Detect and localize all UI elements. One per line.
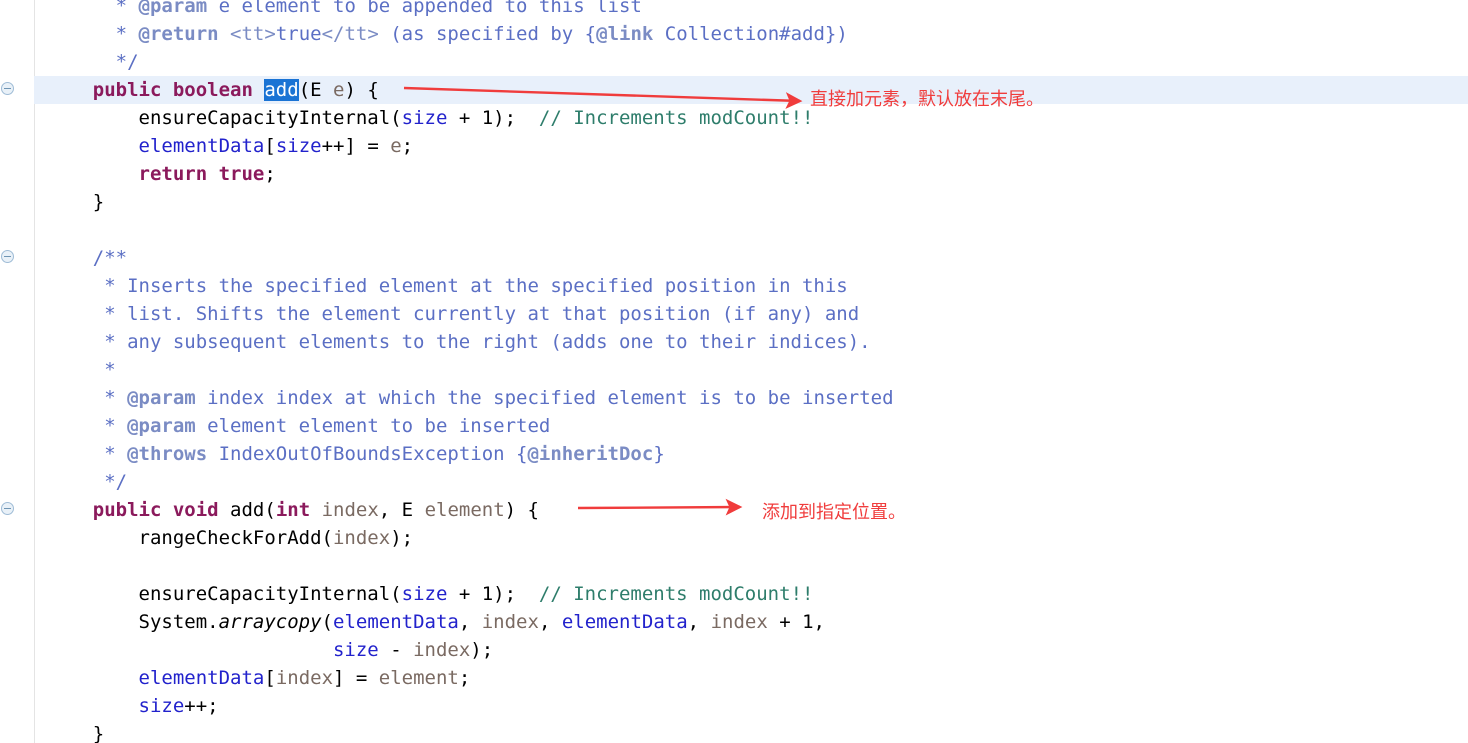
- code-editor-view: * @param e element to be appended to thi…: [0, 0, 1468, 743]
- annotation-arrow-layer: [403, 86, 803, 516]
- arrow-to-append-tail: [403, 86, 803, 109]
- arrow-to-insert-at-index: [577, 498, 743, 516]
